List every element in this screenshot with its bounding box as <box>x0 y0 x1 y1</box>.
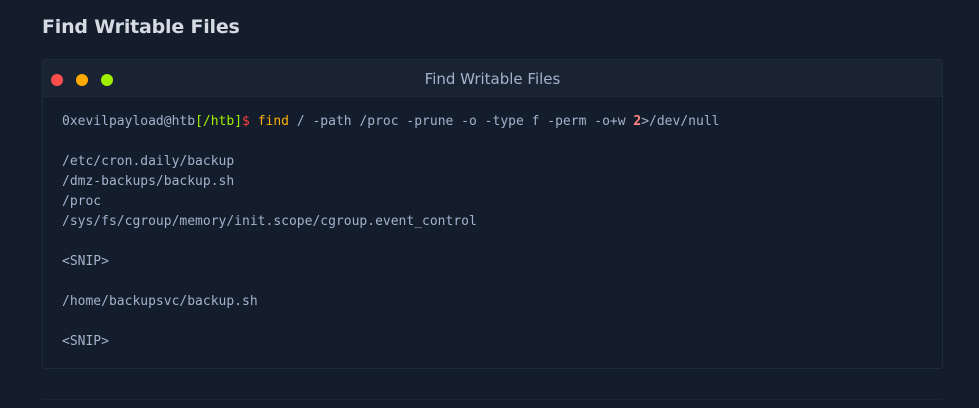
output-line: /home/backupsvc/backup.sh <box>62 294 258 309</box>
command-name: find <box>257 114 289 129</box>
section-title: Find Writable Files <box>42 16 240 38</box>
prompt-symbol: $ <box>242 114 250 129</box>
command-args: / -path /proc -prune -o -type f -perm -o… <box>289 114 634 129</box>
snip-marker: <SNIP> <box>62 334 109 349</box>
output-line: /sys/fs/cgroup/memory/init.scope/cgroup.… <box>62 214 477 229</box>
terminal-title: Find Writable Files <box>424 70 561 88</box>
terminal-titlebar: Find Writable Files <box>43 60 942 97</box>
prompt-user-host: 0xevilpayload@htb <box>62 114 196 129</box>
snip-marker: <SNIP> <box>62 254 109 269</box>
terminal-window: Find Writable Files 0xevilpayload@htb[/h… <box>42 59 943 369</box>
prompt-path: [/htb] <box>195 114 243 129</box>
command-target: /dev/null <box>649 114 720 129</box>
output-line: /etc/cron.daily/backup <box>62 154 235 169</box>
output-line: /dmz-backups/backup.sh <box>62 174 235 189</box>
terminal-output[interactable]: 0xevilpayload@htb[/htb]$ find / -path /p… <box>62 112 932 352</box>
output-line: /proc <box>62 194 102 209</box>
section-divider <box>42 399 943 400</box>
command-redirect: > <box>641 114 650 129</box>
command-line: 0xevilpayload@htb[/htb]$ find / -path /p… <box>62 112 932 132</box>
